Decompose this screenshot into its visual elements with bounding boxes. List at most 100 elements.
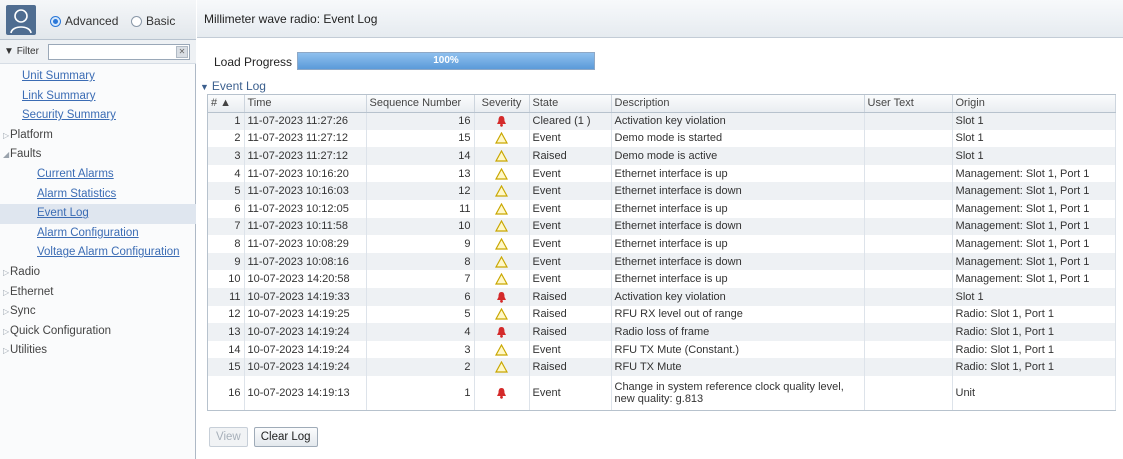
cell-origin: Slot 1	[952, 147, 1116, 165]
collapse-triangle-icon: ▼	[200, 82, 209, 92]
column-header-description[interactable]: Description	[611, 95, 865, 113]
nav-item-faults[interactable]: ◢ Faults	[0, 145, 196, 165]
table-row[interactable]: 10 10-07-2023 14:20:58 7 Event Ethernet inte…	[208, 270, 1116, 288]
cell-sequence-number: 9	[366, 235, 475, 253]
warning-triangle-icon	[494, 343, 509, 356]
cell-description: Ethernet interface is up	[611, 235, 865, 253]
nav-item-label: Ethernet	[10, 285, 54, 298]
cell-seq-number: 2	[208, 129, 245, 148]
cell-time: 11-07-2023 11:27:26	[244, 112, 367, 130]
critical-bell-icon	[497, 116, 506, 127]
cell-sequence-number: 7	[366, 270, 475, 288]
cell-severity	[474, 252, 530, 271]
cell-time: 10-07-2023 14:19:25	[244, 305, 367, 324]
table-row[interactable]: 2 11-07-2023 11:27:12 15 Event Demo mode is …	[208, 129, 1116, 148]
nav-item-link-summary[interactable]: Link Summary	[0, 87, 196, 107]
cell-sequence-number: 8	[366, 252, 475, 271]
column-header-user-text[interactable]: User Text	[864, 95, 953, 113]
filter-input[interactable]: ✕	[48, 44, 190, 60]
column-header-time[interactable]: Time	[244, 95, 367, 113]
cell-user-text	[864, 358, 953, 376]
cell-seq-number: 12	[208, 305, 245, 324]
event-log-section-toggle[interactable]: ▼ Event Log	[200, 79, 266, 93]
cell-seq-number: 5	[208, 182, 245, 200]
table-row[interactable]: 3 11-07-2023 11:27:12 14 Raised Demo mode is…	[208, 147, 1116, 165]
cell-state: Raised	[529, 358, 612, 376]
table-row[interactable]: 8 11-07-2023 10:08:29 9 Event Ethernet inter…	[208, 235, 1116, 253]
collapsed-arrow-icon: ▷	[3, 287, 10, 297]
table-row[interactable]: 16 10-07-2023 14:19:13 1 Event Change in sys…	[208, 375, 1116, 410]
column-header-state[interactable]: State	[529, 95, 612, 113]
mode-radio-label: Advanced	[65, 14, 119, 28]
cell-time: 11-07-2023 11:27:12	[244, 129, 367, 148]
cell-severity	[474, 287, 530, 306]
mode-radio-basic[interactable]: Basic	[131, 14, 175, 28]
nav-item-security-summary[interactable]: Security Summary	[0, 106, 196, 126]
table-row[interactable]: 7 11-07-2023 10:11:58 10 Event Ethernet inte…	[208, 217, 1116, 236]
view-button[interactable]: View	[209, 427, 248, 447]
table-row[interactable]: 4 11-07-2023 10:16:20 13 Event Ethernet inte…	[208, 164, 1116, 183]
warning-triangle-icon	[494, 184, 509, 197]
collapsed-arrow-icon: ▷	[3, 326, 10, 336]
nav-item-voltage-alarm-configuration[interactable]: Voltage Alarm Configuration	[0, 243, 196, 263]
cell-state: Event	[529, 252, 612, 271]
cell-severity	[474, 112, 530, 130]
table-row[interactable]: 13 10-07-2023 14:19:24 4 Raised Radio loss o…	[208, 323, 1116, 341]
table-row[interactable]: 9 11-07-2023 10:08:16 8 Event Ethernet inter…	[208, 252, 1116, 271]
column-header-seq-number[interactable]: # ▲	[208, 95, 245, 113]
table-row[interactable]: 15 10-07-2023 14:19:24 2 Raised RFU TX Mute R…	[208, 358, 1116, 376]
nav-item-current-alarms[interactable]: Current Alarms	[0, 165, 196, 185]
table-row[interactable]: 6 11-07-2023 10:12:05 11 Event Ethernet inte…	[208, 199, 1116, 218]
nav-item-sync[interactable]: ▷ Sync	[0, 302, 196, 322]
cell-time: 10-07-2023 14:19:24	[244, 340, 367, 359]
cell-origin: Slot 1	[952, 129, 1116, 148]
nav-item-label: Alarm Statistics	[37, 187, 117, 200]
cell-time: 11-07-2023 10:12:05	[244, 199, 367, 218]
column-header-origin[interactable]: Origin	[952, 95, 1116, 113]
clear-filter-icon[interactable]: ✕	[176, 46, 188, 58]
critical-bell-icon	[497, 326, 506, 338]
collapsed-arrow-icon: ▷	[3, 130, 10, 140]
cell-description: Ethernet interface is up	[611, 199, 865, 218]
filter-label[interactable]: ▼ Filter	[4, 46, 39, 57]
column-header-sequence-number[interactable]: Sequence Number	[366, 95, 475, 113]
cell-time: 11-07-2023 10:08:16	[244, 252, 367, 271]
cell-state: Raised	[529, 323, 612, 341]
cell-description: Demo mode is active	[611, 147, 865, 165]
nav-item-event-log[interactable]: Event Log	[0, 204, 196, 224]
cell-sequence-number: 13	[366, 164, 475, 183]
mode-radio-advanced[interactable]: Advanced	[50, 14, 118, 28]
nav-item-utilities[interactable]: ▷ Utilities	[0, 341, 196, 361]
cell-origin: Unit	[952, 375, 1116, 410]
cell-user-text	[864, 147, 953, 165]
cell-state: Cleared (1 )	[529, 112, 612, 130]
warning-triangle-icon	[494, 167, 509, 180]
nav-item-quick-configuration[interactable]: ▷ Quick Configuration	[0, 322, 196, 342]
nav-item-alarm-configuration[interactable]: Alarm Configuration	[0, 224, 196, 244]
table-row[interactable]: 14 10-07-2023 14:19:24 3 Event RFU TX Mute (…	[208, 340, 1116, 359]
cell-severity	[474, 235, 530, 253]
nav-item-label: Alarm Configuration	[37, 226, 139, 239]
nav-item-ethernet[interactable]: ▷ Ethernet	[0, 283, 196, 303]
cell-sequence-number: 14	[366, 147, 475, 165]
cell-state: Raised	[529, 147, 612, 165]
table-row[interactable]: 12 10-07-2023 14:19:25 5 Raised RFU RX level…	[208, 305, 1116, 324]
cell-seq-number: 13	[208, 323, 245, 341]
table-row[interactable]: 11 10-07-2023 14:19:33 6 Raised Activation k…	[208, 287, 1116, 306]
user-icon[interactable]	[6, 5, 36, 35]
column-header-severity[interactable]: Severity	[474, 95, 530, 113]
nav-item-platform[interactable]: ▷ Platform	[0, 126, 196, 146]
cell-description: Demo mode is started	[611, 129, 865, 148]
cell-severity	[474, 129, 530, 148]
title-bar: Millimeter wave radio: Event Log	[197, 0, 1123, 38]
cell-description: Ethernet interface is down	[611, 252, 865, 271]
cell-state: Event	[529, 217, 612, 236]
nav-item-radio[interactable]: ▷ Radio	[0, 263, 196, 283]
table-row[interactable]: 5 11-07-2023 10:16:03 12 Event Ethernet inte…	[208, 182, 1116, 200]
nav-item-unit-summary[interactable]: Unit Summary	[0, 67, 196, 87]
cell-state: Event	[529, 270, 612, 288]
nav-item-alarm-statistics[interactable]: Alarm Statistics	[0, 185, 196, 205]
cell-sequence-number: 6	[366, 287, 475, 306]
table-row[interactable]: 1 11-07-2023 11:27:26 16 Cleared (1 ) Activa…	[208, 112, 1116, 130]
clear-log-button[interactable]: Clear Log	[253, 427, 318, 447]
